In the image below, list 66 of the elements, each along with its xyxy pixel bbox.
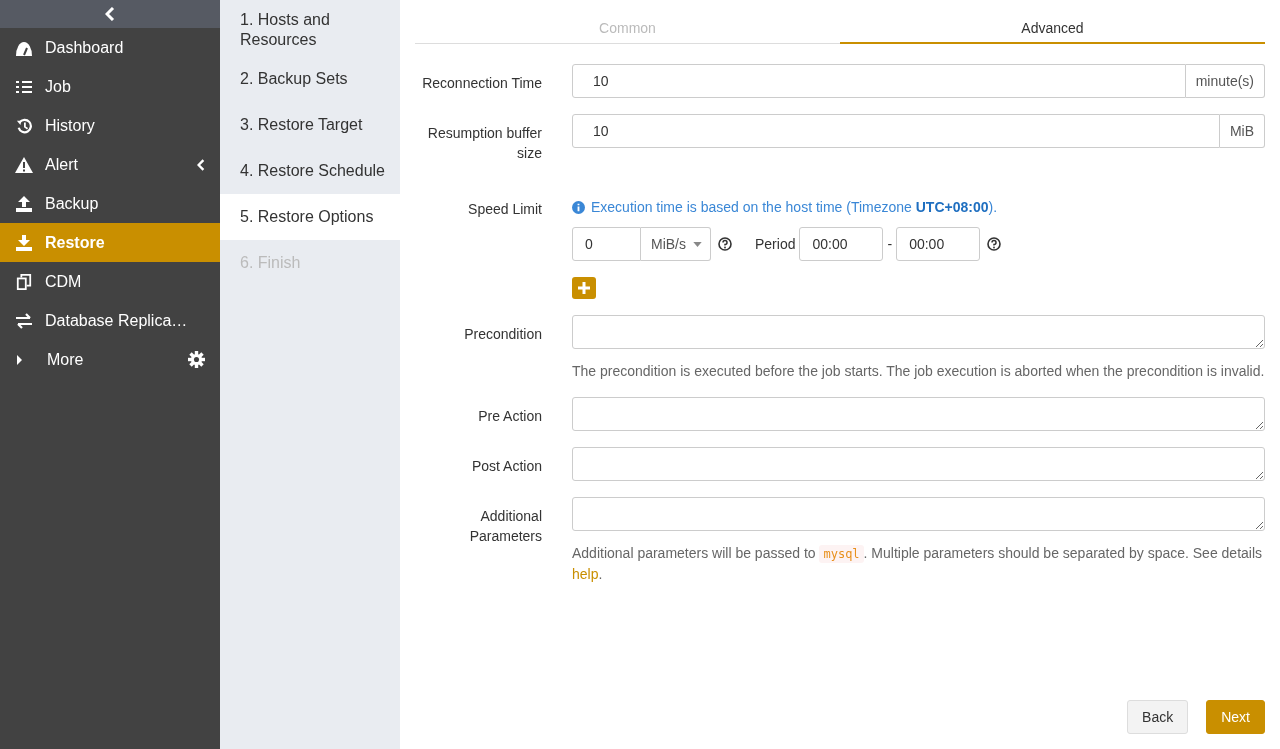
- swap-arrows-icon: [15, 312, 33, 329]
- back-button[interactable]: Back: [1127, 700, 1189, 734]
- field-label: Additional Parameters: [468, 507, 543, 546]
- gauge-icon: [15, 39, 33, 56]
- plus-icon: [578, 282, 590, 294]
- help-icon[interactable]: [987, 237, 1002, 251]
- time-input[interactable]: 00:00: [799, 227, 884, 261]
- collapse-bar[interactable]: [0, 0, 220, 28]
- nav-item[interactable]: History: [0, 106, 220, 145]
- nav-label: More: [47, 350, 85, 369]
- nav-item[interactable]: CDM: [0, 262, 220, 301]
- tab[interactable]: Advanced: [840, 20, 1265, 44]
- nav-item[interactable]: Backup: [0, 184, 220, 223]
- nav-item[interactable]: Alert: [0, 145, 220, 184]
- settings-icon[interactable]: [188, 351, 205, 368]
- nav-item[interactable]: More: [0, 340, 220, 379]
- history-icon: [15, 117, 33, 134]
- download-icon: [15, 234, 33, 251]
- text-area[interactable]: [572, 447, 1265, 481]
- warning-icon: [15, 156, 33, 173]
- info-icon: [572, 200, 585, 214]
- nav-label: Job: [45, 77, 72, 96]
- range-separator: -: [887, 236, 893, 252]
- text-area[interactable]: [572, 497, 1265, 531]
- nav-label: Backup: [45, 194, 100, 213]
- caret-right-icon: [17, 354, 22, 365]
- help-text: Additional parameters will be passed to mysql . Multiple parameters should be separated by space. See details help.: [572, 544, 1264, 584]
- nav-label: History: [45, 116, 96, 135]
- chevron-left-icon: [105, 7, 115, 21]
- input-field[interactable]: 10: [572, 64, 1186, 98]
- field-label: Pre Action: [477, 407, 543, 426]
- nav-item[interactable]: Database Replica…: [0, 301, 220, 340]
- wizard-step[interactable]: 2. Backup Sets: [220, 56, 400, 102]
- wizard-step[interactable]: 4. Restore Schedule: [220, 148, 400, 194]
- nav-item[interactable]: Dashboard: [0, 28, 220, 67]
- nav-label: CDM: [45, 272, 83, 291]
- upload-icon: [15, 195, 33, 212]
- add-button[interactable]: [572, 277, 596, 299]
- caret-down-icon: [693, 241, 702, 247]
- unit-label: MiB: [1219, 114, 1265, 148]
- nav-label: Database Replica…: [45, 311, 189, 330]
- field-label: Speed Limit: [467, 200, 543, 219]
- field-label: Reconnection Time: [421, 74, 543, 93]
- wizard-step[interactable]: 5. Restore Options: [220, 194, 400, 240]
- wizard-step[interactable]: 1. Hosts and Resources: [220, 9, 400, 56]
- help-icon[interactable]: [718, 237, 732, 251]
- field-label: Resumption buffer size: [426, 124, 543, 163]
- period-label: Period: [755, 236, 796, 252]
- nav-label: Dashboard: [45, 38, 125, 57]
- list-icon: [15, 78, 33, 95]
- copy-icon: [15, 273, 33, 290]
- time-input[interactable]: 00:00: [896, 227, 981, 261]
- nav-label: Alert: [45, 155, 79, 174]
- info-note: Execution time is based on the host time (Timezone UTC+08:00).: [591, 199, 998, 215]
- speed-input[interactable]: 0: [572, 227, 641, 261]
- unit-label: minute(s): [1185, 64, 1265, 98]
- text-area[interactable]: [572, 315, 1265, 349]
- text-area[interactable]: [572, 397, 1265, 431]
- nav-label: Restore: [45, 233, 106, 252]
- help-text: The precondition is executed before the job starts. The job execution is aborted when the precondition is invalid.: [572, 362, 1265, 381]
- wizard-step[interactable]: 3. Restore Target: [220, 102, 400, 148]
- field-label: Precondition: [463, 325, 543, 344]
- unit-select[interactable]: MiB/s: [641, 227, 711, 261]
- nav-item[interactable]: Job: [0, 67, 220, 106]
- input-field[interactable]: 10: [572, 114, 1220, 148]
- field-label: Post Action: [470, 457, 543, 476]
